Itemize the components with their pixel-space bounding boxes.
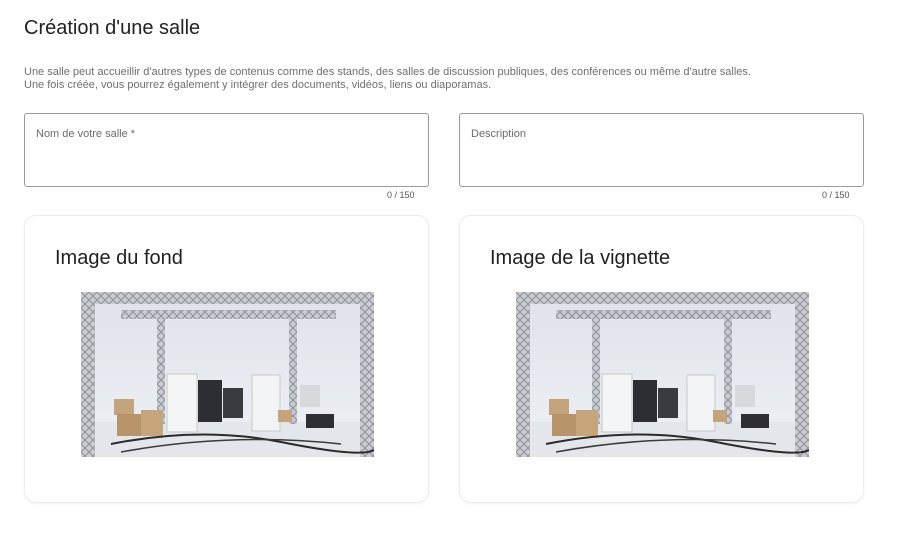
description-label: Description: [471, 128, 527, 140]
thumbnail-image-preview[interactable]: [516, 292, 809, 457]
page-title: Création d'une salle: [24, 17, 201, 39]
intro-line-2: Une fois créée, vous pourrez également y…: [24, 79, 492, 91]
room-name-counter: 0 / 150: [387, 190, 415, 200]
room-name-label: Nom de votre salle *: [36, 128, 136, 140]
background-image-preview[interactable]: [81, 292, 374, 457]
stage-truss-image: [516, 292, 809, 457]
background-image-card[interactable]: Image du fond: [24, 215, 429, 503]
description-counter: 0 / 150: [822, 190, 850, 200]
thumbnail-image-card[interactable]: Image de la vignette: [459, 215, 864, 503]
background-image-title: Image du fond: [55, 247, 183, 269]
room-name-field[interactable]: Nom de votre salle *: [24, 113, 429, 187]
description-field[interactable]: Description: [459, 113, 864, 187]
intro-line-1: Une salle peut accueillir d'autres types…: [24, 66, 751, 78]
thumbnail-image-title: Image de la vignette: [490, 247, 671, 269]
intro-text: Une salle peut accueillir d'autres types…: [24, 66, 751, 92]
stage-truss-image: [81, 292, 374, 457]
